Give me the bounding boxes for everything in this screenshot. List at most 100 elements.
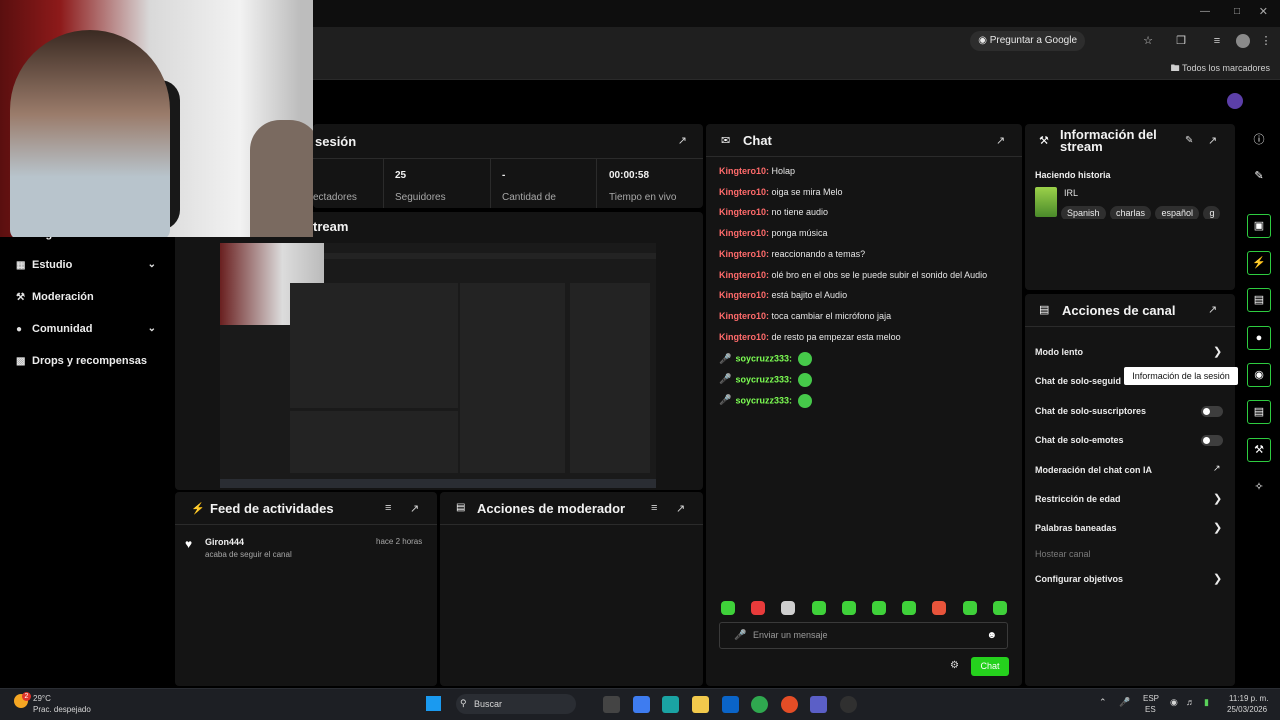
feed-user[interactable]: Giron444	[205, 537, 244, 547]
emote-icon[interactable]	[798, 352, 813, 367]
task-view-icon[interactable]	[603, 696, 620, 713]
maximize-icon[interactable]: □	[1234, 6, 1240, 17]
emote-button[interactable]	[841, 601, 856, 615]
action-palabras-baneadas[interactable]: Palabras baneadas	[1035, 523, 1117, 533]
sidebar-item-drops[interactable]: ▩ Drops y recompensas	[16, 352, 147, 370]
wrench-icon[interactable]: ⚒	[1247, 438, 1271, 462]
sidebar-item-comunidad[interactable]: ● Comunidad ⌄	[16, 320, 156, 338]
teams-icon[interactable]	[810, 696, 827, 713]
chat-username[interactable]: soycruzz333	[735, 354, 789, 364]
emoji-icon[interactable]: ☻	[986, 623, 997, 648]
edge-icon[interactable]	[662, 696, 679, 713]
emote-button[interactable]	[751, 601, 766, 615]
chat-username[interactable]: Kingtero10	[719, 270, 766, 280]
action-solo-seguidores[interactable]: Chat de solo-seguid	[1035, 376, 1121, 386]
profile-icon[interactable]	[1236, 34, 1250, 48]
emote-button[interactable]	[721, 601, 735, 615]
emote-button[interactable]	[962, 601, 977, 615]
chat-username[interactable]: soycruzz333	[735, 374, 789, 384]
chat-username[interactable]: soycruzz333	[735, 395, 789, 405]
bolt-icon[interactable]: ⚡	[1247, 251, 1271, 275]
emote-button[interactable]	[932, 601, 947, 615]
more-icon[interactable]: ⋮	[1257, 32, 1275, 50]
toggle-solo-emotes[interactable]	[1201, 435, 1223, 446]
battery-icon[interactable]: ▮	[1204, 697, 1209, 708]
chevron-right-icon[interactable]: ❯	[1213, 572, 1222, 585]
chat-username[interactable]: Kingtero10	[719, 249, 766, 259]
tag[interactable]: español	[1155, 206, 1199, 219]
windows-start-icon[interactable]	[426, 696, 441, 711]
action-solo-emotes[interactable]: Chat de solo-emotes	[1035, 435, 1124, 445]
file-explorer-icon[interactable]	[692, 696, 709, 713]
info-icon[interactable]: ⓘ	[1247, 129, 1271, 153]
tag[interactable]: charlas	[1109, 206, 1151, 219]
filter-icon[interactable]: ≡	[385, 502, 391, 514]
obs-icon[interactable]	[840, 696, 857, 713]
sidebar-item-moderacion[interactable]: ⚒ Moderación	[16, 288, 94, 306]
chat-username[interactable]: Kingtero10	[719, 228, 766, 238]
clock-time[interactable]: 11:19 p. m.	[1229, 694, 1268, 703]
emote-button[interactable]	[872, 601, 886, 615]
app-icon[interactable]	[781, 696, 798, 713]
chat-send-button[interactable]: Chat	[971, 657, 1009, 676]
emote-button[interactable]	[811, 601, 826, 615]
wifi-icon[interactable]: ◉	[1170, 697, 1178, 708]
chat-bubble-icon[interactable]: ●	[1247, 326, 1271, 350]
action-solo-suscriptores[interactable]: Chat de solo-suscriptores	[1035, 406, 1146, 416]
server-icon[interactable]: ▤	[1247, 400, 1271, 424]
menu-icon[interactable]: ≡	[1208, 32, 1226, 50]
copilot-icon[interactable]	[633, 696, 650, 713]
tag[interactable]: Spanish	[1061, 206, 1106, 219]
volume-icon[interactable]: ♬	[1186, 697, 1195, 707]
mic-tray-icon[interactable]: 🎤	[1119, 697, 1130, 708]
emote-icon[interactable]	[798, 373, 813, 387]
outlook-icon[interactable]	[722, 696, 739, 713]
sidebar-item-estudio[interactable]: ▦ Estudio ⌄	[16, 256, 156, 274]
star-icon[interactable]: ☆	[1139, 32, 1157, 50]
broadcast-icon[interactable]: ◉	[1247, 363, 1271, 387]
chevron-right-icon[interactable]: ❯	[1213, 492, 1222, 505]
action-configurar-objetivos[interactable]: Configurar objetivos	[1035, 574, 1123, 584]
lang-line1[interactable]: ESP	[1143, 694, 1159, 703]
document-icon[interactable]: ▤	[1247, 288, 1271, 312]
all-bookmarks-link[interactable]: 🖿 Todos los marcadores	[1171, 61, 1270, 77]
emote-icon[interactable]	[798, 393, 813, 408]
chat-username[interactable]: Kingtero10	[719, 166, 766, 176]
add-widget-icon[interactable]: ✧	[1247, 476, 1271, 500]
popout-icon[interactable]: ↗	[410, 502, 419, 515]
action-restriccion-edad[interactable]: Restricción de edad	[1035, 494, 1121, 504]
minimize-icon[interactable]: —	[1200, 6, 1210, 17]
chevron-right-icon[interactable]: ❯	[1213, 521, 1222, 534]
pencil-icon[interactable]: ✎	[1185, 135, 1193, 146]
crop-icon[interactable]: ▣	[1247, 214, 1271, 238]
chevron-right-icon[interactable]: ❯	[1213, 345, 1222, 358]
gear-icon[interactable]: ⚙	[950, 660, 959, 671]
emote-button[interactable]	[902, 601, 917, 615]
emote-button[interactable]	[992, 601, 1007, 615]
chat-username[interactable]: Kingtero10	[719, 207, 766, 217]
chat-input[interactable]: 🎤 Enviar un mensaje ☻	[719, 622, 1008, 649]
chrome-icon[interactable]	[751, 696, 768, 713]
chat-username[interactable]: Kingtero10	[719, 187, 766, 197]
ask-google-button[interactable]: ◉ Preguntar a Google	[970, 31, 1085, 51]
popout-icon[interactable]: ↗	[676, 502, 685, 515]
close-icon[interactable]: ✕	[1259, 5, 1268, 18]
popout-icon[interactable]: ↗	[1208, 134, 1217, 147]
popout-icon[interactable]: ↗	[996, 134, 1005, 147]
action-moderacion-ia[interactable]: Moderación del chat con IA	[1035, 465, 1152, 475]
filter-icon[interactable]: ≡	[651, 502, 657, 514]
toggle-solo-suscriptores[interactable]	[1201, 406, 1223, 417]
taskbar-search[interactable]: ⚲ Buscar	[456, 694, 576, 714]
popout-icon[interactable]: ↗	[1208, 303, 1217, 316]
tag[interactable]: g	[1203, 206, 1221, 219]
mic-icon[interactable]: 🎤	[734, 623, 746, 648]
chevron-up-icon[interactable]: ⌃	[1099, 697, 1107, 708]
popout-icon[interactable]: ↗	[678, 134, 687, 147]
emote-button[interactable]	[781, 601, 796, 615]
stream-preview-video[interactable]	[220, 243, 656, 488]
action-modo-lento[interactable]: Modo lento	[1035, 347, 1083, 357]
chat-username[interactable]: Kingtero10	[719, 332, 766, 342]
external-link-icon[interactable]: ↗	[1213, 463, 1221, 474]
pencil-icon[interactable]: ✎	[1247, 165, 1271, 189]
chat-username[interactable]: Kingtero10	[719, 311, 766, 321]
